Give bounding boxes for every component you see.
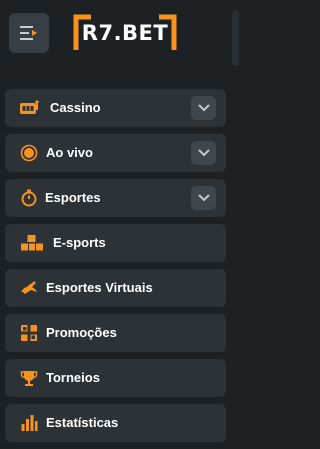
bar-chart-icon	[19, 413, 39, 433]
menu-item-label: Torneios	[46, 370, 100, 385]
stopwatch-icon	[19, 188, 39, 208]
menu-item-label: Esportes Virtuais	[46, 280, 153, 295]
racing-horse-icon	[19, 278, 39, 298]
expand-button[interactable]	[191, 141, 216, 165]
gift-icon	[19, 323, 39, 343]
menu-item-promocoes[interactable]: Promoções	[5, 314, 226, 352]
menu-item-ao-vivo[interactable]: Ao vivo	[5, 134, 226, 172]
menu-item-esportes[interactable]: Esportes	[5, 179, 226, 217]
menu-item-label: Promoções	[46, 325, 117, 340]
expand-button[interactable]	[191, 96, 216, 120]
menu-item-esportes-virtuais[interactable]: Esportes Virtuais	[5, 269, 226, 307]
menu-item-label: Estatísticas	[46, 415, 119, 430]
chevron-down-icon	[198, 194, 209, 202]
menu-item-torneios[interactable]: Torneios	[5, 359, 226, 397]
trophy-icon	[19, 368, 39, 388]
side-menu: Cassino Ao vivo Esportes E-sports Esport…	[0, 0, 248, 449]
menu-item-e-sports[interactable]: E-sports	[5, 224, 226, 262]
chevron-down-icon	[198, 104, 209, 112]
expand-button[interactable]	[191, 186, 216, 210]
chevron-down-icon	[198, 149, 209, 157]
live-dot-icon	[19, 143, 39, 163]
slot-machine-icon	[19, 98, 39, 118]
menu-item-label: Cassino	[50, 100, 101, 115]
menu-item-estatisticas[interactable]: Estatísticas	[5, 404, 226, 442]
menu-item-label: E-sports	[53, 235, 106, 250]
menu-item-cassino[interactable]: Cassino	[5, 89, 226, 127]
menu-item-label: Ao vivo	[46, 145, 93, 160]
blocks-icon	[20, 233, 44, 253]
menu-item-label: Esportes	[45, 190, 101, 205]
